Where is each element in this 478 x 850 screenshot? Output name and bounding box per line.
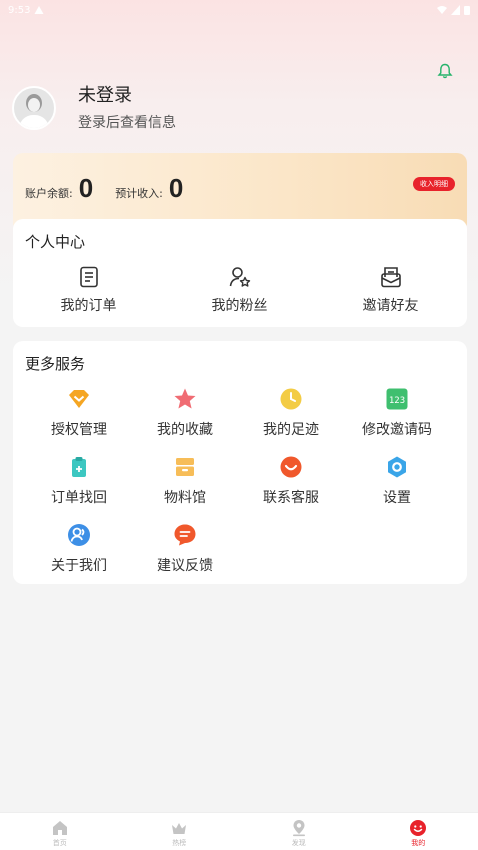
change-invite-code-label: 修改邀请码 [362, 422, 432, 438]
my-orders-label: 我的订单 [60, 298, 117, 314]
service-icon [280, 456, 302, 478]
footprints-label: 我的足迹 [263, 422, 319, 438]
favorites-label: 我的收藏 [157, 422, 213, 438]
profile-icon [410, 820, 427, 836]
more-services-title: 更多服务 [25, 355, 86, 373]
bottom-nav: 首页 热榜 发现 我的 [0, 812, 478, 850]
nav-mine-label: 我的 [411, 839, 426, 847]
invite-icon [380, 267, 401, 288]
balance-value: 0 [78, 173, 94, 203]
materials-label: 物料馆 [164, 490, 206, 506]
balance-label: 账户余额: [25, 187, 73, 200]
order-recovery-label: 订单找回 [51, 490, 107, 506]
authorization-label: 授权管理 [51, 422, 107, 438]
signal-icon [451, 5, 460, 15]
customer-service-label: 联系客服 [263, 490, 319, 506]
my-orders-item[interactable]: 我的订单 [13, 265, 164, 315]
nav-mine[interactable]: 我的 [359, 813, 478, 850]
my-fans-label: 我的粉丝 [211, 298, 268, 314]
invite-friends-item[interactable]: 邀请好友 [315, 265, 466, 315]
warning-icon [34, 6, 44, 14]
nav-discover-label: 发现 [291, 839, 306, 847]
settings-label: 设置 [383, 490, 411, 506]
authorization-item[interactable]: 授权管理 [26, 387, 132, 439]
income-label: 预计收入: [115, 187, 163, 200]
location-icon [292, 820, 305, 837]
star-icon [174, 388, 196, 409]
login-hint: 登录后查看信息 [78, 115, 176, 131]
profile-section[interactable]: 未登录 登录后查看信息 [12, 84, 176, 132]
about-us-item[interactable]: 关于我们 [26, 523, 132, 575]
authorize-icon [69, 390, 89, 408]
personal-center-card: 个人中心 我的订单 我的粉丝 邀请好友 [13, 219, 467, 327]
battery-icon [464, 6, 470, 15]
about-us-label: 关于我们 [51, 558, 107, 574]
code-icon: 123 [386, 388, 408, 410]
invite-friends-label: 邀请好友 [362, 298, 419, 314]
clipboard-icon [72, 457, 86, 477]
crown-icon [172, 823, 187, 834]
feedback-label: 建议反馈 [157, 558, 213, 574]
svg-text:123: 123 [389, 396, 405, 406]
fans-icon [229, 267, 250, 287]
about-icon [68, 524, 90, 546]
nav-discover[interactable]: 发现 [239, 813, 359, 850]
order-icon [79, 266, 98, 288]
nav-home-label: 首页 [52, 839, 67, 847]
nav-hot-label: 热榜 [172, 839, 187, 847]
materials-item[interactable]: 物料馆 [132, 455, 238, 507]
status-bar: 9:53 [0, 0, 478, 20]
settings-icon [388, 456, 406, 478]
settings-item[interactable]: 设置 [344, 455, 450, 507]
personal-center-title: 个人中心 [25, 233, 86, 251]
favorites-item[interactable]: 我的收藏 [132, 387, 238, 439]
footprints-item[interactable]: 我的足迹 [238, 387, 344, 439]
nav-hot[interactable]: 热榜 [120, 813, 240, 850]
feedback-item[interactable]: 建议反馈 [132, 523, 238, 575]
income-value: 0 [168, 173, 184, 203]
feedback-icon [174, 524, 196, 546]
income-detail-button[interactable]: 收入明细 [413, 177, 455, 191]
more-services-card: 更多服务 授权管理 我的收藏 我的足迹 123 修改邀请码 订单找回 物料馆 联… [13, 341, 467, 584]
clock-icon [280, 388, 302, 410]
my-fans-item[interactable]: 我的粉丝 [164, 265, 315, 315]
customer-service-item[interactable]: 联系客服 [238, 455, 344, 507]
wifi-icon [437, 6, 447, 14]
change-invite-code-item[interactable]: 123 修改邀请码 [344, 387, 450, 439]
bell-icon[interactable] [436, 62, 454, 80]
box-icon [176, 458, 194, 476]
order-recovery-item[interactable]: 订单找回 [26, 455, 132, 507]
nav-home[interactable]: 首页 [0, 813, 120, 850]
home-icon [52, 821, 67, 835]
login-status[interactable]: 未登录 [78, 84, 176, 108]
status-time: 9:53 [8, 4, 31, 16]
avatar-icon[interactable] [12, 86, 56, 130]
